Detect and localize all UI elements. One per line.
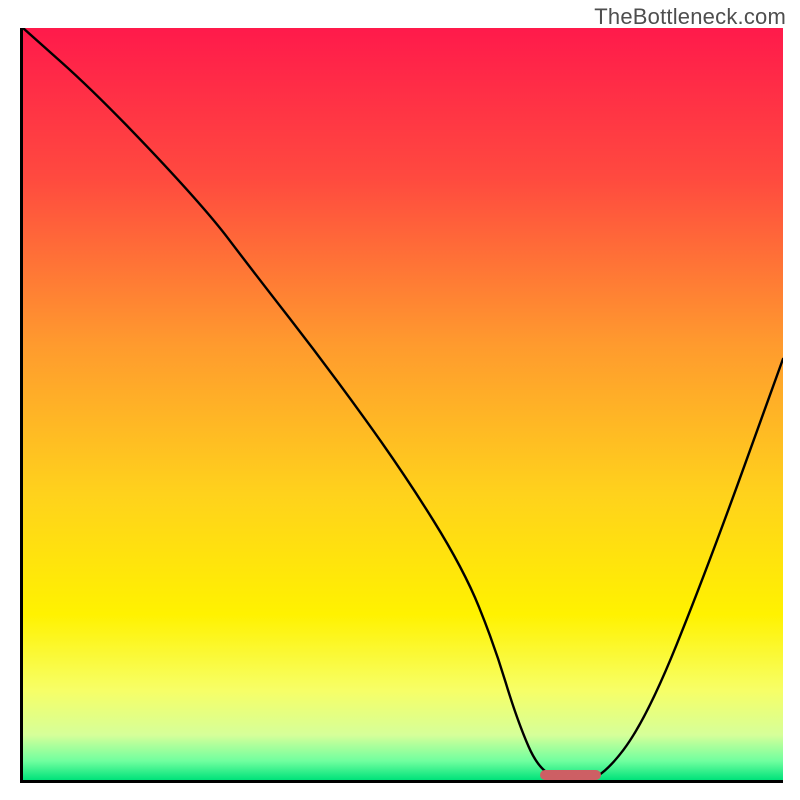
bottleneck-chart: TheBottleneck.com [0,0,800,800]
optimal-range-marker [540,770,601,780]
plot-area [20,28,783,783]
gradient-background [23,28,783,780]
watermark-text: TheBottleneck.com [594,4,786,30]
